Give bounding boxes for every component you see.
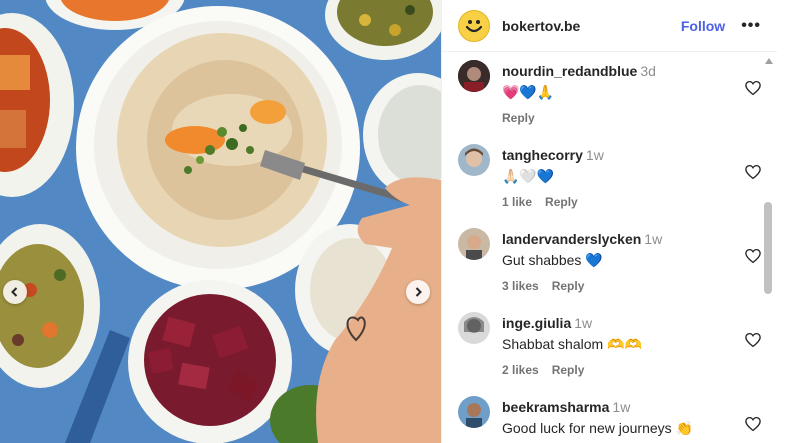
smiley-logo-icon (465, 19, 483, 32)
comment-text: Gut shabbes 💙 (502, 252, 603, 268)
like-heart-icon[interactable] (744, 79, 762, 97)
likes-count[interactable]: 2 likes (502, 363, 539, 377)
avatar[interactable] (458, 312, 490, 344)
avatar-photo-icon (458, 396, 490, 428)
comment-list: nourdin_redandblue 3d 💗💙🙏 Reply tanghecor… (442, 53, 764, 443)
avatar[interactable] (458, 60, 490, 92)
comment-username[interactable]: tanghecorry (502, 147, 583, 163)
comment-time: 1w (644, 231, 663, 247)
comment-time: 1w (612, 399, 631, 415)
follow-button[interactable]: Follow (681, 18, 725, 34)
reply-button[interactable]: Reply (552, 279, 585, 293)
account-avatar[interactable] (458, 9, 490, 42)
reply-button[interactable]: Reply (502, 111, 535, 125)
likes-count[interactable]: 3 likes (502, 279, 539, 293)
chevron-left-icon (11, 287, 18, 297)
avatar-photo-icon (458, 144, 490, 176)
comment-username[interactable]: beekramsharma (502, 399, 609, 415)
reply-button[interactable]: Reply (552, 363, 585, 377)
comment-text: Shabbat shalom 🫶🫶 (502, 336, 642, 352)
like-heart-icon[interactable] (744, 163, 762, 181)
scrollbar-thumb[interactable] (764, 202, 772, 294)
avatar[interactable] (458, 144, 490, 176)
post-header: bokertov.be Follow ••• (442, 0, 777, 52)
like-heart-icon[interactable] (744, 415, 762, 433)
comment-time: 1w (574, 315, 593, 331)
comment-username[interactable]: inge.giulia (502, 315, 571, 331)
comment-time: 1w (585, 147, 604, 163)
avatar-photo-icon (458, 228, 490, 260)
comment-text: 🙏🏻🤍💙 (502, 168, 555, 184)
comment-username[interactable]: nourdin_redandblue (502, 63, 637, 79)
avatar[interactable] (458, 228, 490, 260)
reply-button[interactable]: Reply (545, 195, 578, 209)
account-username[interactable]: bokertov.be (502, 18, 681, 34)
triangle-up-icon[interactable] (765, 58, 773, 64)
food-illustration (0, 0, 441, 443)
likes-count[interactable]: 1 like (502, 195, 532, 209)
comments-panel: bokertov.be Follow ••• nourdin_redandblu… (441, 0, 777, 443)
comment-text: 💗💙🙏 (502, 84, 555, 100)
avatar-photo-icon (458, 312, 490, 344)
like-heart-icon[interactable] (744, 247, 762, 265)
comment-time: 3d (640, 63, 656, 79)
carousel-next-button[interactable] (406, 280, 430, 304)
comment-username[interactable]: landervanderslycken (502, 231, 641, 247)
comment-text: Good luck for new journeys 👏 (502, 420, 693, 436)
post-photo[interactable] (0, 0, 441, 443)
comments-scrollbar[interactable] (762, 52, 776, 443)
chevron-right-icon (415, 287, 422, 297)
carousel-prev-button[interactable] (3, 280, 27, 304)
like-heart-icon[interactable] (744, 331, 762, 349)
avatar-photo-icon (458, 60, 490, 92)
avatar[interactable] (458, 396, 490, 428)
more-options-icon[interactable]: ••• (741, 17, 761, 35)
